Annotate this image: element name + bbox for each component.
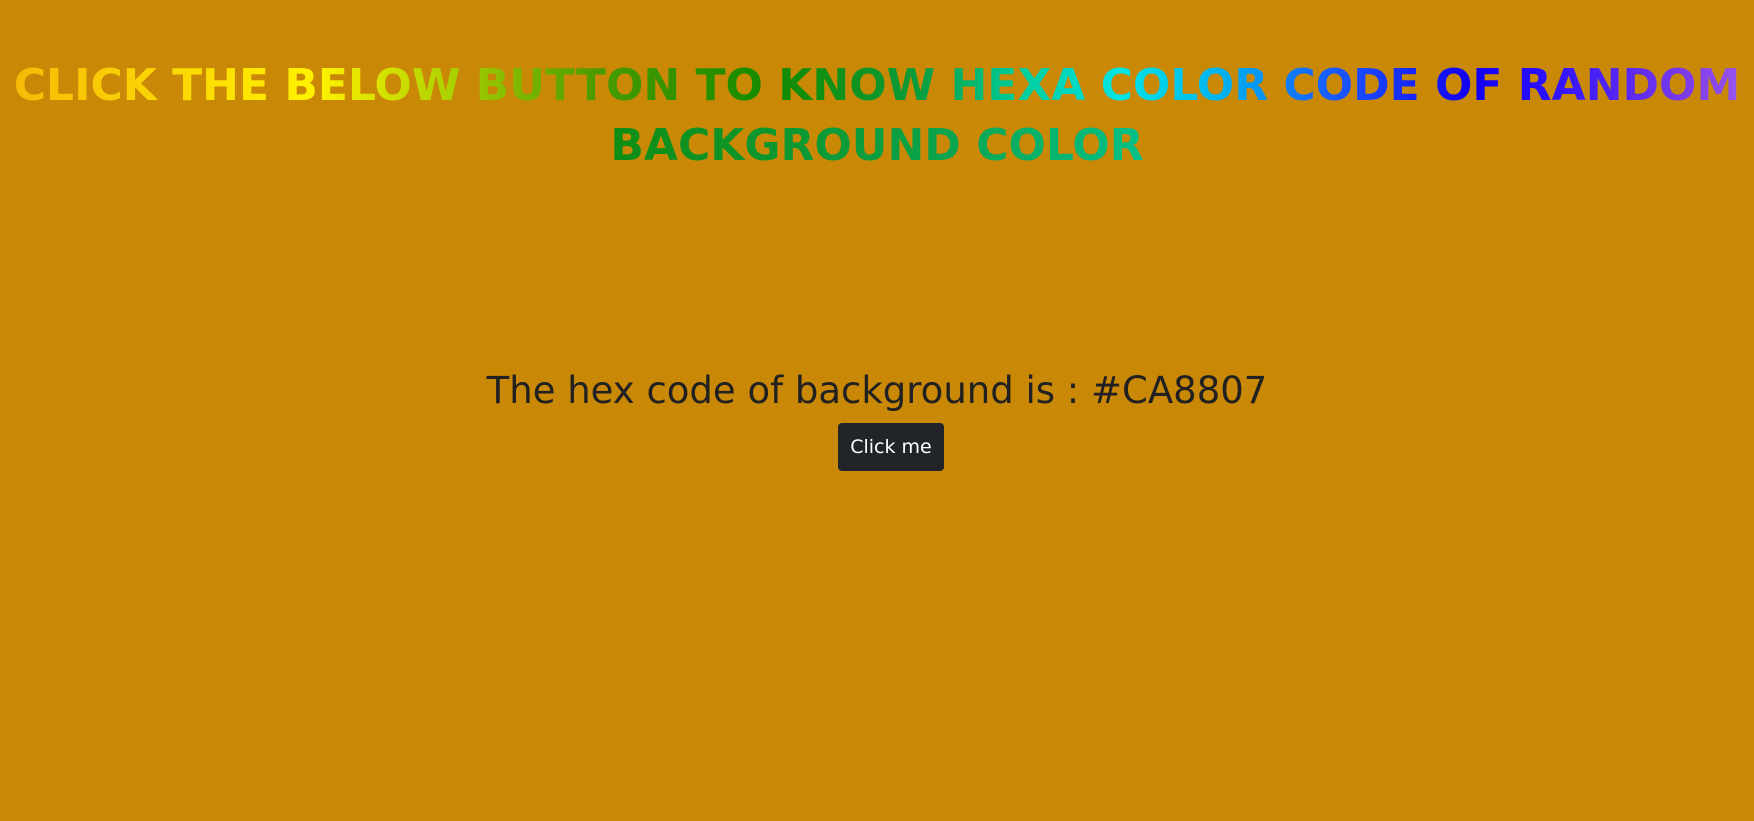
heading-line-1: CLICK THE BELOW BUTTON TO KNOW HEXA COLO… [0,56,1754,116]
page-heading: CLICK THE BELOW BUTTON TO KNOW HEXA COLO… [0,56,1754,176]
click-me-button[interactable]: Click me [838,423,944,471]
heading-line-2: BACKGROUND COLOR [0,116,1754,176]
hex-code-display: The hex code of background is : #CA8807 [486,369,1268,412]
